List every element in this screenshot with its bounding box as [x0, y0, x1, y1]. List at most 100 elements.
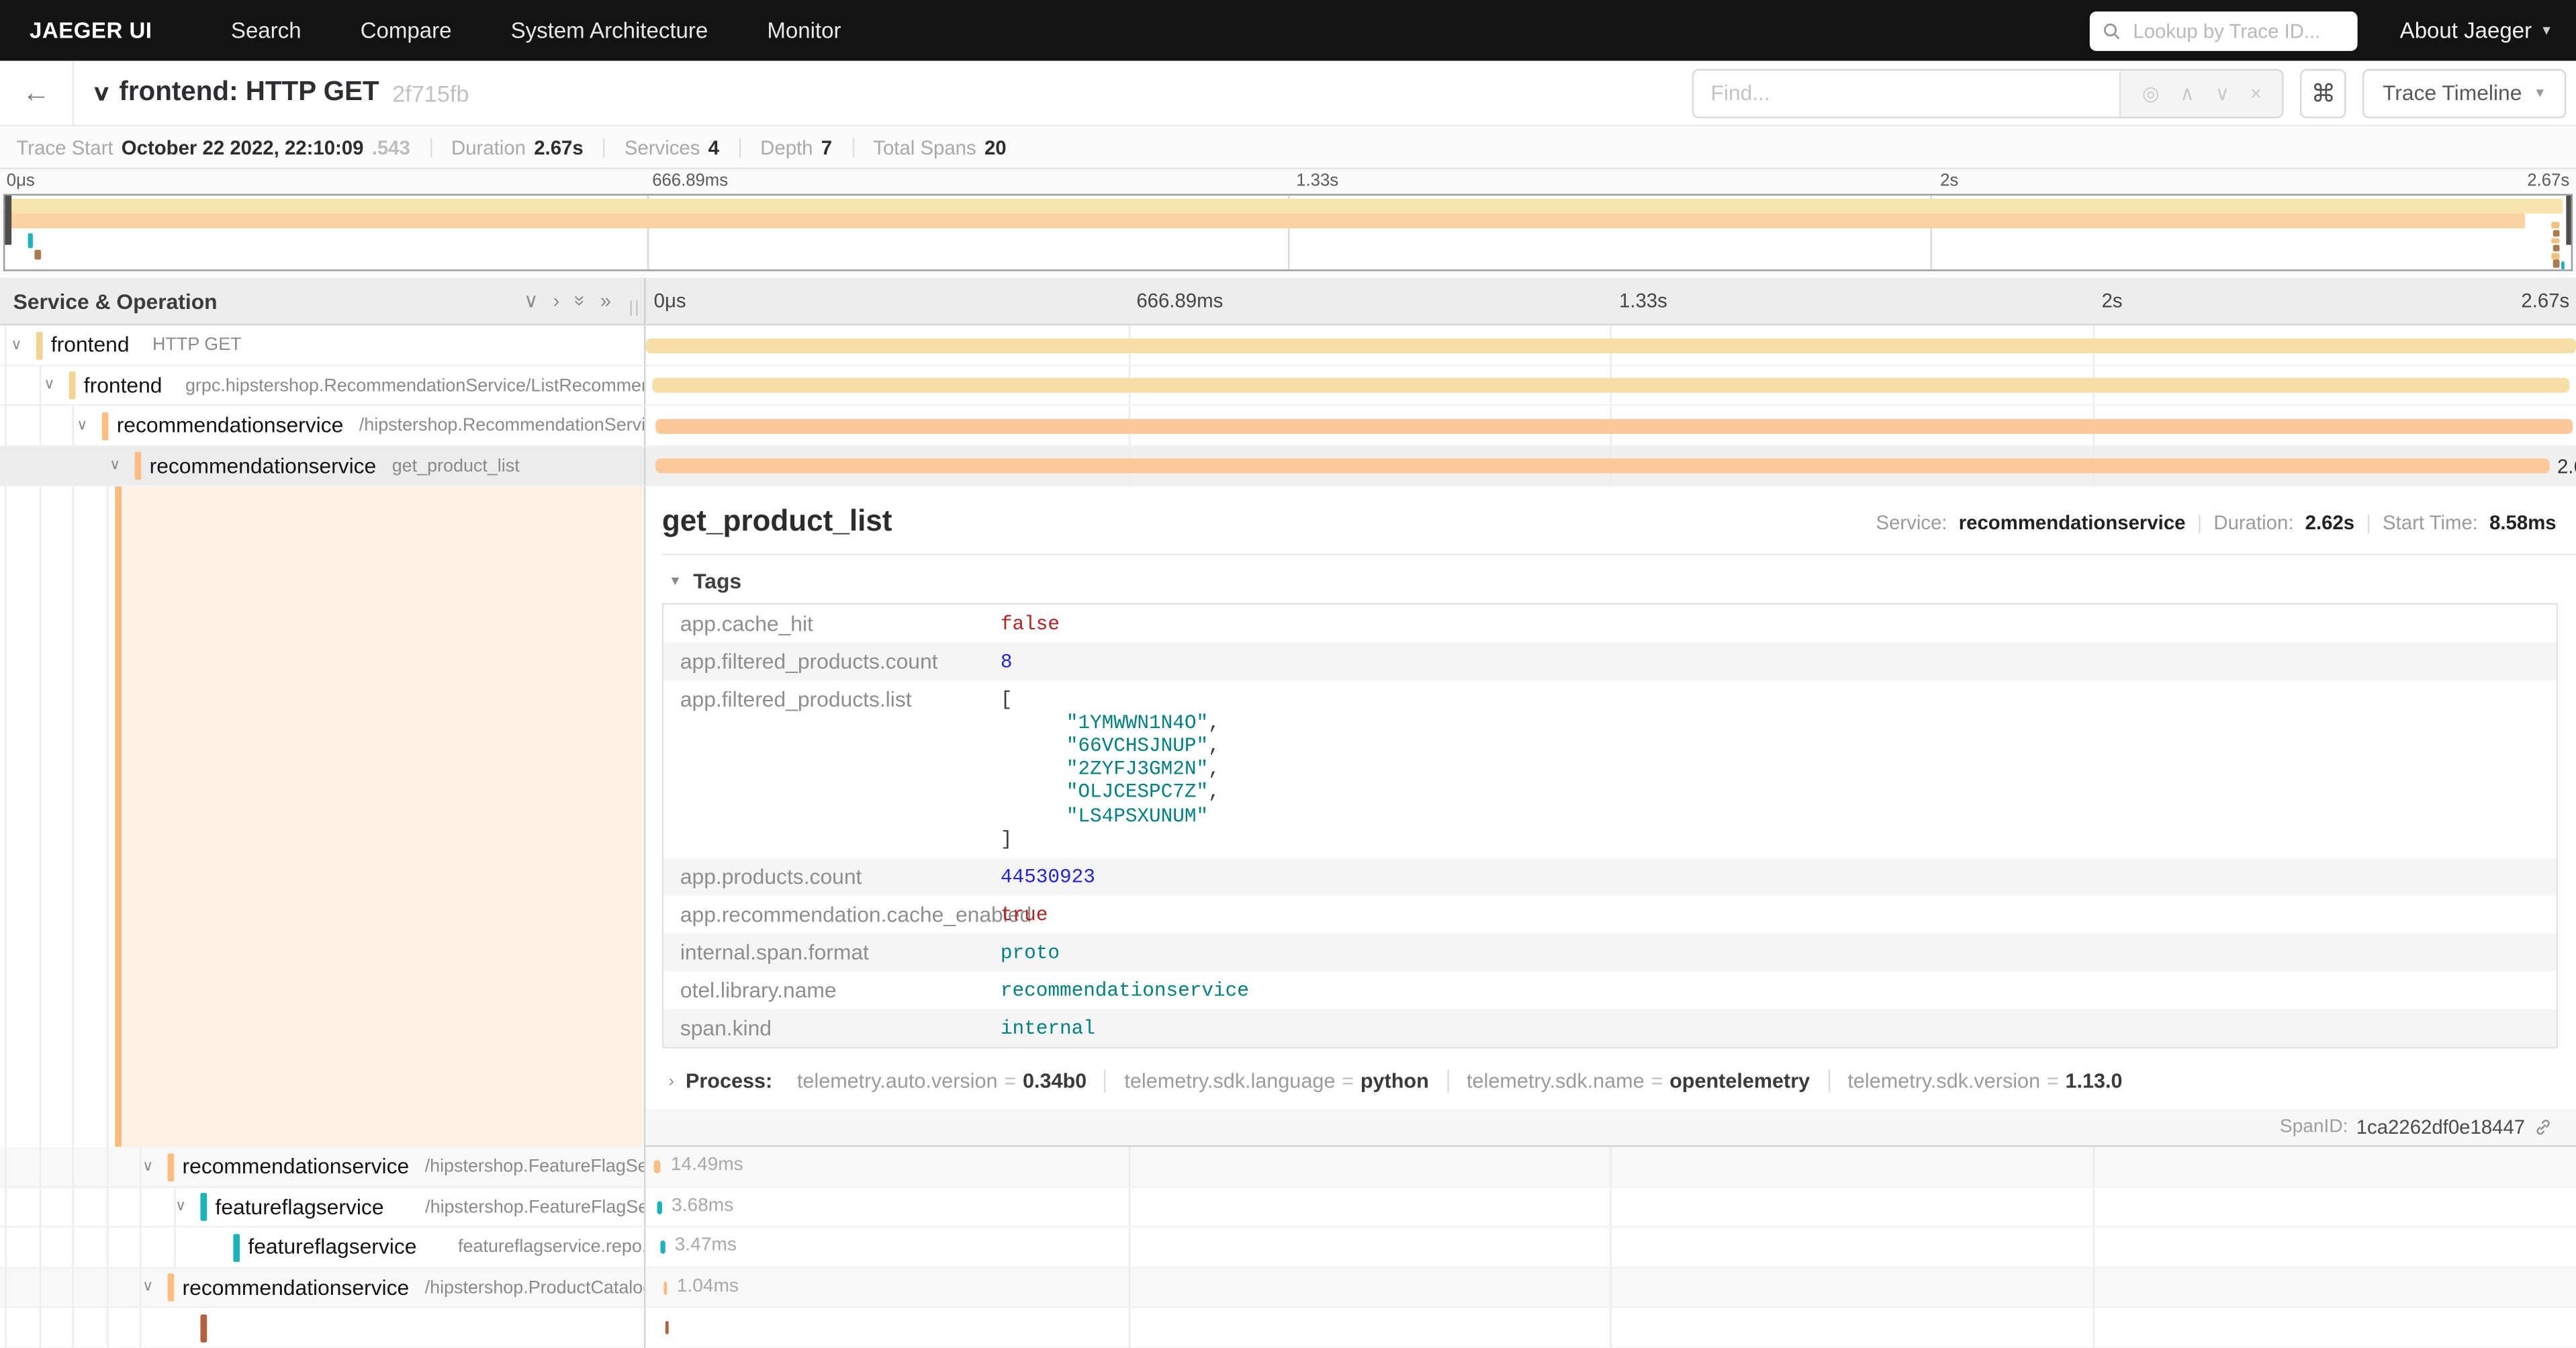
- collapse-all-icon[interactable]: »: [570, 296, 590, 306]
- span-timeline-cell[interactable]: [645, 365, 2576, 406]
- span-name-cell[interactable]: ∨recommendationservice/hipstershop.Featu…: [0, 1147, 645, 1187]
- keyboard-shortcuts-button[interactable]: ⌘: [2301, 69, 2347, 118]
- span-row[interactable]: ∨recommendationservice/hipstershop.Recom…: [0, 406, 2576, 446]
- focus-match-icon[interactable]: ◎: [2142, 83, 2160, 103]
- span-timeline-cell[interactable]: [645, 325, 2576, 365]
- tags-label: Tags: [693, 568, 741, 593]
- span-timeline-cell[interactable]: [645, 406, 2576, 446]
- tag-row: span.kindinternal: [663, 1009, 2556, 1047]
- indent-guide: [73, 1227, 74, 1265]
- span-row[interactable]: ∨featureflagservice/hipstershop.FeatureF…: [0, 1187, 2576, 1228]
- span-duration-bar[interactable]: [655, 418, 2573, 433]
- find-input[interactable]: [1694, 70, 2120, 116]
- process-tag: telemetry.auto.version=0.34b0: [779, 1071, 1107, 1093]
- trace-depth: Depth7: [760, 136, 832, 159]
- back-button[interactable]: ←: [0, 61, 74, 125]
- span-row[interactable]: ∨frontendHTTP GET: [0, 325, 2576, 365]
- span-duration-tick[interactable]: [661, 1241, 665, 1254]
- clear-find-icon[interactable]: ×: [2250, 83, 2262, 103]
- app-logo[interactable]: JAEGER UI: [30, 18, 152, 43]
- trace-id-search[interactable]: [2089, 11, 2357, 50]
- span-name-cell[interactable]: ∨featureflagservice/hipstershop.FeatureF…: [0, 1187, 645, 1228]
- span-row[interactable]: ∨recommendationservice/hipstershop.Produ…: [0, 1267, 2576, 1308]
- trace-minimap[interactable]: [0, 194, 2576, 278]
- indent-guide: [5, 365, 6, 404]
- tag-value-text: proto: [1001, 942, 1060, 964]
- process-key: telemetry.sdk.language: [1124, 1071, 1335, 1093]
- span-service-name: frontend: [51, 332, 130, 357]
- span-row[interactable]: ∨recommendationservice/hipstershop.Featu…: [0, 1147, 2576, 1187]
- trace-title[interactable]: frontend: HTTP GET: [119, 77, 379, 108]
- span-collapse-icon[interactable]: ∨: [40, 376, 59, 394]
- span-duration-tick[interactable]: [654, 1160, 661, 1173]
- about-jaeger-menu[interactable]: About Jaeger ▼: [2400, 18, 2553, 43]
- span-row[interactable]: ∨ frontend grpc.hipstershop.Recommendation…: [0, 365, 2576, 406]
- span-collapse-icon[interactable]: ∨: [105, 456, 125, 474]
- span-operation-name: grpc.hipstershop.RecommendationService/L…: [185, 375, 645, 395]
- span-timeline-cell[interactable]: 1.04ms: [645, 1267, 2576, 1308]
- trace-id-search-input[interactable]: [2129, 17, 2344, 44]
- span-row[interactable]: featureflagservicefeatureflagservice.rep…: [0, 1227, 2576, 1267]
- span-timeline-cell[interactable]: 14.49ms: [645, 1147, 2576, 1187]
- span-detail-row: get_product_list Service:recommendations…: [0, 486, 2576, 1147]
- span-color-bar: [233, 1233, 240, 1261]
- process-row[interactable]: › Process: telemetry.auto.version=0.34b0…: [669, 1071, 2576, 1093]
- nav-item-compare[interactable]: Compare: [361, 18, 452, 43]
- indent-guide: [38, 1267, 40, 1306]
- span-name-cell[interactable]: ∨ frontend grpc.hipstershop.Recommendation…: [0, 365, 645, 406]
- minimap-left-scrubber[interactable]: [5, 195, 11, 244]
- nav-item-system-architecture[interactable]: System Architecture: [511, 18, 708, 43]
- span-row[interactable]: [0, 1308, 2576, 1348]
- trace-collapse-toggle[interactable]: ∨: [92, 80, 111, 106]
- nav-item-monitor[interactable]: Monitor: [767, 18, 841, 43]
- deep-link-icon[interactable]: [2533, 1118, 2552, 1137]
- span-service-name: frontend: [84, 372, 163, 397]
- nav-item-search[interactable]: Search: [231, 18, 302, 43]
- axis-tick-label: 2.67s: [2521, 289, 2569, 312]
- span-timeline-cell[interactable]: [645, 1308, 2576, 1348]
- span-timeline-cell[interactable]: 2.62s: [645, 446, 2576, 486]
- span-collapse-icon[interactable]: ∨: [7, 336, 26, 354]
- span-row[interactable]: ∨recommendationserviceget_product_list2.…: [0, 446, 2576, 486]
- expand-all-icon[interactable]: »: [600, 291, 611, 310]
- span-timeline-cell[interactable]: 3.68ms: [645, 1187, 2576, 1228]
- minimap-right-scrubber[interactable]: [2565, 195, 2571, 244]
- span-collapse-icon[interactable]: ∨: [138, 1278, 158, 1296]
- span-duration-bar[interactable]: [651, 378, 2570, 393]
- trace-view-select[interactable]: Trace Timeline ▼: [2363, 69, 2567, 118]
- span-name-cell[interactable]: ∨recommendationservice/hipstershop.Produ…: [0, 1267, 645, 1308]
- tag-row: app.recommendation.cache_enabledtrue: [663, 896, 2556, 934]
- tag-value-text: true: [1001, 903, 1048, 926]
- span-duration-tick[interactable]: [663, 1281, 667, 1294]
- tag-value: false: [1001, 604, 2557, 642]
- span-collapse-icon[interactable]: ∨: [138, 1157, 158, 1175]
- collapse-one-icon[interactable]: ∨: [524, 291, 539, 310]
- trace-services: Services4: [625, 136, 719, 159]
- next-result-icon[interactable]: ∨: [2215, 83, 2230, 103]
- expand-one-icon[interactable]: ›: [553, 291, 560, 310]
- timeline-axis-header: 0μs666.89ms1.33s2s2.67s: [645, 277, 2576, 324]
- minimap-span-bar: [5, 199, 2563, 213]
- trace-summary-bar: Trace StartOctober 22 2022, 22:10:09.543…: [0, 126, 2576, 169]
- span-name-cell[interactable]: ∨frontendHTTP GET: [0, 325, 645, 365]
- prev-result-icon[interactable]: ∧: [2180, 83, 2195, 103]
- minimap-canvas[interactable]: [3, 194, 2573, 271]
- span-duration-bar[interactable]: [655, 459, 2549, 474]
- span-duration-bar[interactable]: [645, 338, 2576, 353]
- span-name-cell[interactable]: ∨recommendationservice/hipstershop.Recom…: [0, 406, 645, 446]
- span-collapse-icon[interactable]: ∨: [171, 1198, 190, 1216]
- span-timeline-cell[interactable]: 3.47ms: [645, 1227, 2576, 1267]
- service-operation-title: Service & Operation: [13, 288, 218, 313]
- tags-accordion-toggle[interactable]: ▼ Tags: [669, 568, 2576, 593]
- indent-guide: [5, 1227, 6, 1265]
- span-collapse-icon[interactable]: ∨: [73, 416, 92, 435]
- span-name-cell[interactable]: [0, 1308, 645, 1348]
- span-name-cell[interactable]: featureflagservicefeatureflagservice.rep…: [0, 1227, 645, 1267]
- span-name-cell[interactable]: ∨recommendationserviceget_product_list: [0, 446, 645, 486]
- minimap-span-mark: [2551, 253, 2559, 259]
- json-list-item: "2ZYFJ3GM2N",: [1001, 758, 2557, 781]
- span-duration-tick[interactable]: [657, 1200, 661, 1214]
- indent-guide: [73, 1147, 74, 1185]
- span-duration-tick[interactable]: [666, 1321, 670, 1335]
- column-resizer[interactable]: ||: [629, 299, 641, 317]
